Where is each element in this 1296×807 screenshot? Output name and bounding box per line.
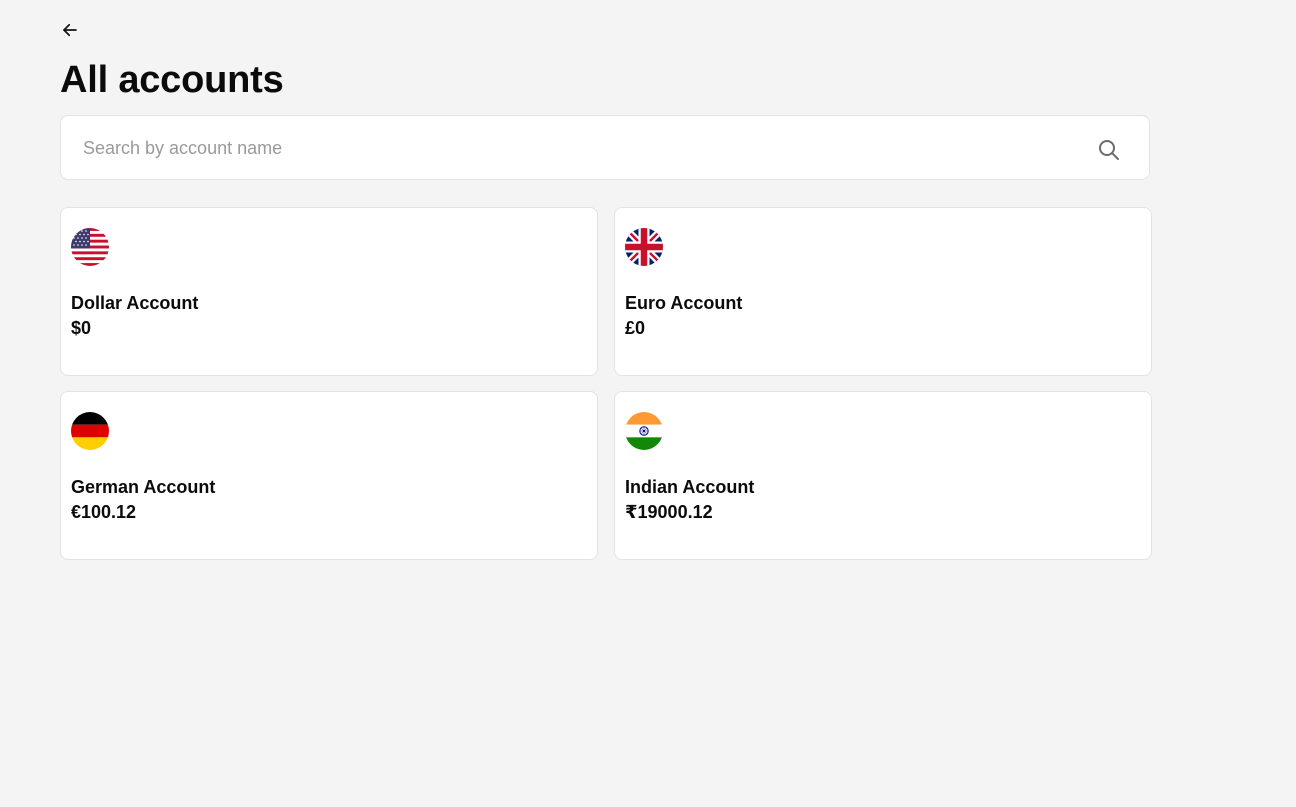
accounts-grid: Dollar Account $0 Euro Account £0 German…: [60, 207, 1152, 560]
india-flag-icon: [625, 412, 663, 450]
account-card-euro[interactable]: Euro Account £0: [614, 207, 1152, 376]
account-name: Indian Account: [625, 477, 755, 497]
search-icon[interactable]: [1097, 138, 1121, 162]
search-input[interactable]: [81, 116, 1065, 181]
account-balance: €100.12: [71, 502, 137, 522]
us-flag-icon: [71, 228, 109, 266]
account-name: German Account: [71, 477, 216, 497]
account-card-dollar[interactable]: Dollar Account $0: [60, 207, 598, 376]
search-bar: [60, 115, 1150, 181]
uk-flag-icon: [625, 228, 663, 266]
page-title: All accounts: [60, 59, 284, 101]
account-card-german[interactable]: German Account €100.12: [60, 391, 598, 560]
account-balance: ₹19000.12: [625, 502, 713, 522]
account-balance: $0: [71, 318, 92, 338]
account-card-indian[interactable]: Indian Account ₹19000.12: [614, 391, 1152, 560]
account-name: Dollar Account: [71, 293, 199, 313]
back-button[interactable]: [60, 20, 80, 40]
arrow-left-icon: [63, 23, 77, 37]
account-balance: £0: [625, 318, 646, 338]
account-name: Euro Account: [625, 293, 743, 313]
germany-flag-icon: [71, 412, 109, 450]
accounts-page: All accounts Search by account name Doll…: [0, 0, 1296, 807]
